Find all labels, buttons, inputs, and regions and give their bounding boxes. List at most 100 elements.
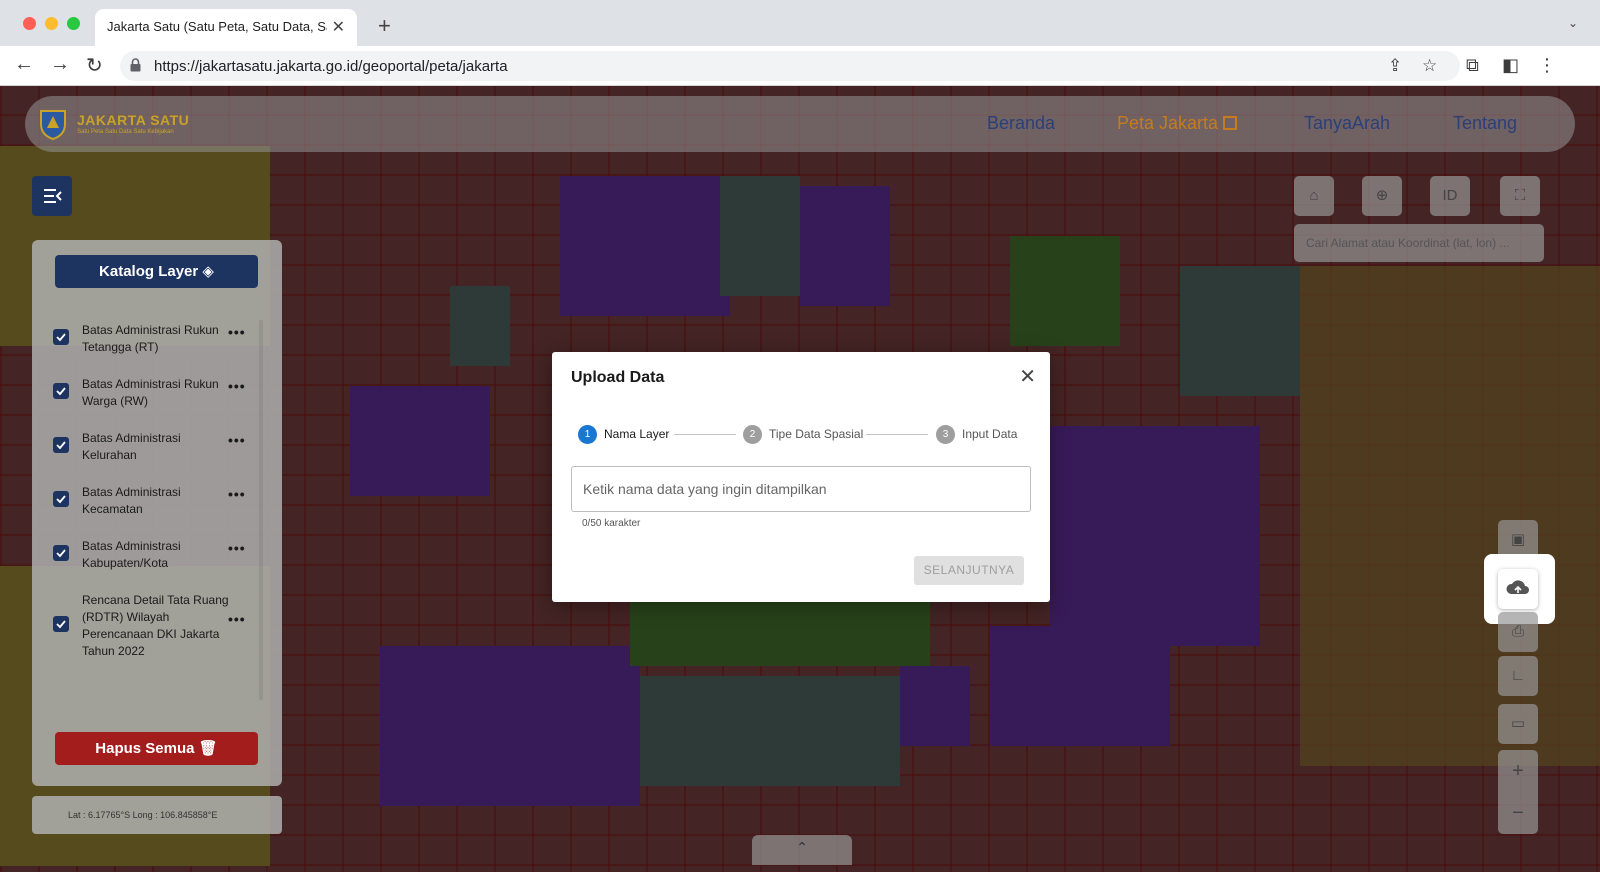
- image-icon: ▣: [1510, 531, 1526, 548]
- layer-label: Rencana Detail Tata Ruang (RDTR) Wilayah…: [82, 593, 229, 658]
- logo-text: JAKARTA SATU: [77, 112, 190, 128]
- measure-distance-button[interactable]: ▭: [1498, 704, 1538, 744]
- check-icon: [56, 495, 66, 504]
- fullscreen-icon: ⛶: [1514, 187, 1526, 204]
- fullscreen-button[interactable]: ⛶: [1500, 176, 1540, 216]
- address-search-input[interactable]: Cari Alamat atau Koordinat (lat, lon) ..…: [1294, 224, 1544, 262]
- close-icon[interactable]: ✕: [1019, 364, 1036, 389]
- sidebar-toggle-button[interactable]: [32, 176, 72, 216]
- back-icon[interactable]: ←: [14, 53, 34, 76]
- layer-label: Batas Administrasi Kabupaten/Kota: [82, 539, 181, 570]
- bottom-drawer-toggle[interactable]: ⌃: [752, 835, 852, 865]
- language-button[interactable]: ID: [1430, 176, 1470, 216]
- extensions-icon[interactable]: ⧉: [1466, 55, 1479, 76]
- hapus-semua-button[interactable]: Hapus Semua 🗑: [55, 732, 258, 765]
- more-options-icon[interactable]: •••: [228, 378, 246, 394]
- browser-toolbar: ← → ↻ https://jakartasatu.jakarta.go.id/…: [0, 46, 1600, 86]
- upload-data-modal: Upload Data ✕ 1 Nama Layer 2 Tipe Data S…: [552, 352, 1050, 602]
- hapus-semua-label: Hapus Semua: [95, 740, 195, 757]
- check-icon: [56, 549, 66, 558]
- lock-icon: [130, 58, 141, 72]
- layer-label: Batas Administrasi Kelurahan: [82, 431, 181, 462]
- char-count: 0/50 karakter: [582, 518, 641, 529]
- map-book-icon: [1223, 116, 1238, 130]
- more-options-icon[interactable]: •••: [228, 611, 246, 627]
- layer-name-input[interactable]: [571, 466, 1031, 512]
- layers-icon: ◈: [202, 263, 214, 280]
- more-options-icon[interactable]: •••: [228, 540, 246, 556]
- zoom-control: + −: [1498, 750, 1538, 834]
- menu-collapse-icon: [44, 189, 62, 203]
- layer-label: Batas Administrasi Rukun Warga (RW): [82, 377, 219, 408]
- katalog-layer-button[interactable]: Katalog Layer ◈: [55, 255, 258, 288]
- nav-tanyaarah[interactable]: TanyaArah: [1304, 113, 1390, 134]
- zoom-in-button[interactable]: +: [1498, 750, 1538, 792]
- step-1-number: 1: [578, 425, 597, 444]
- print-icon: ⎙: [1511, 623, 1524, 640]
- measure-area-button[interactable]: ∟: [1498, 656, 1538, 696]
- upload-data-button[interactable]: [1498, 569, 1538, 609]
- new-tab-icon[interactable]: +: [378, 13, 391, 39]
- zoom-out-button[interactable]: −: [1498, 792, 1538, 834]
- angle-icon: ∟: [1510, 667, 1526, 684]
- cloud-upload-icon: [1506, 580, 1529, 594]
- layer-catalog-panel: Katalog Layer ◈ Batas Administrasi Rukun…: [32, 240, 282, 786]
- layer-checkbox[interactable]: [53, 437, 69, 453]
- layer-label: Batas Administrasi Rukun Tetangga (RT): [82, 323, 219, 354]
- coordinate-readout: Lat : 6.17765°S Long : 106.845858°E: [32, 796, 282, 834]
- sidepanel-icon[interactable]: ◧: [1502, 55, 1519, 76]
- address-bar[interactable]: https://jakartasatu.jakarta.go.id/geopor…: [120, 51, 1460, 81]
- nav-peta-jakarta-label: Peta Jakarta: [1117, 113, 1219, 133]
- katalog-layer-label: Katalog Layer: [99, 263, 199, 280]
- nav-peta-jakarta[interactable]: Peta Jakarta: [1117, 113, 1238, 134]
- more-options-icon[interactable]: •••: [228, 432, 246, 448]
- tab-title: Jakarta Satu (Satu Peta, Satu Data, Sa: [107, 19, 327, 34]
- layer-checkbox[interactable]: [53, 545, 69, 561]
- close-window-button[interactable]: [23, 17, 36, 30]
- layer-checkbox[interactable]: [53, 383, 69, 399]
- more-options-icon[interactable]: •••: [228, 486, 246, 502]
- layer-checkbox[interactable]: [53, 616, 69, 632]
- nav-tentang[interactable]: Tentang: [1453, 113, 1517, 134]
- step-1-label: Nama Layer: [604, 427, 670, 441]
- step-connector: [866, 434, 928, 435]
- maximize-window-button[interactable]: [67, 17, 80, 30]
- layer-checkbox[interactable]: [53, 329, 69, 345]
- check-icon: [56, 620, 66, 629]
- step-2-label: Tipe Data Spasial: [769, 427, 864, 441]
- home-button[interactable]: ⌂: [1294, 176, 1334, 216]
- layer-checkbox[interactable]: [53, 491, 69, 507]
- home-icon: ⌂: [1309, 187, 1319, 204]
- selanjutnya-button[interactable]: SELANJUTNYA: [914, 556, 1024, 585]
- crosshair-icon: ⊕: [1375, 187, 1389, 204]
- layer-label: Batas Administrasi Kecamatan: [82, 485, 181, 516]
- share-icon[interactable]: ⇪: [1388, 56, 1402, 76]
- step-3-number: 3: [936, 425, 955, 444]
- language-label: ID: [1442, 187, 1458, 204]
- chevron-down-icon[interactable]: ⌄: [1568, 16, 1578, 30]
- url-text: https://jakartasatu.jakarta.go.id/geopor…: [154, 58, 508, 75]
- locate-button[interactable]: ⊕: [1362, 176, 1402, 216]
- more-options-icon[interactable]: •••: [228, 324, 246, 340]
- print-button[interactable]: ⎙: [1498, 612, 1538, 652]
- jakarta-logo-icon: [40, 110, 66, 140]
- check-icon: [56, 387, 66, 396]
- check-icon: [56, 441, 66, 450]
- minimize-window-button[interactable]: [45, 17, 58, 30]
- forward-icon[interactable]: →: [50, 53, 70, 76]
- step-2-number: 2: [743, 425, 762, 444]
- tab-close-icon[interactable]: ✕: [332, 17, 345, 37]
- panel-scrollbar[interactable]: [259, 320, 263, 700]
- nav-beranda[interactable]: Beranda: [987, 113, 1055, 134]
- step-connector: [674, 434, 736, 435]
- modal-title: Upload Data: [571, 369, 665, 386]
- reload-icon[interactable]: ↻: [86, 53, 103, 78]
- browser-tab[interactable]: Jakarta Satu (Satu Peta, Satu Data, Sa ✕: [95, 9, 357, 46]
- tab-strip: Jakarta Satu (Satu Peta, Satu Data, Sa ✕…: [0, 0, 1600, 46]
- map-canvas[interactable]: JAKARTA SATU Satu Peta Satu Data Satu Ke…: [0, 86, 1600, 872]
- menu-kebab-icon[interactable]: ⋮: [1538, 55, 1556, 76]
- logo-tagline: Satu Peta Satu Data Satu Kebijakan: [77, 129, 174, 135]
- site-header: JAKARTA SATU Satu Peta Satu Data Satu Ke…: [25, 96, 1575, 152]
- chevron-up-icon: ⌃: [796, 839, 808, 855]
- bookmark-star-icon[interactable]: ☆: [1422, 56, 1437, 76]
